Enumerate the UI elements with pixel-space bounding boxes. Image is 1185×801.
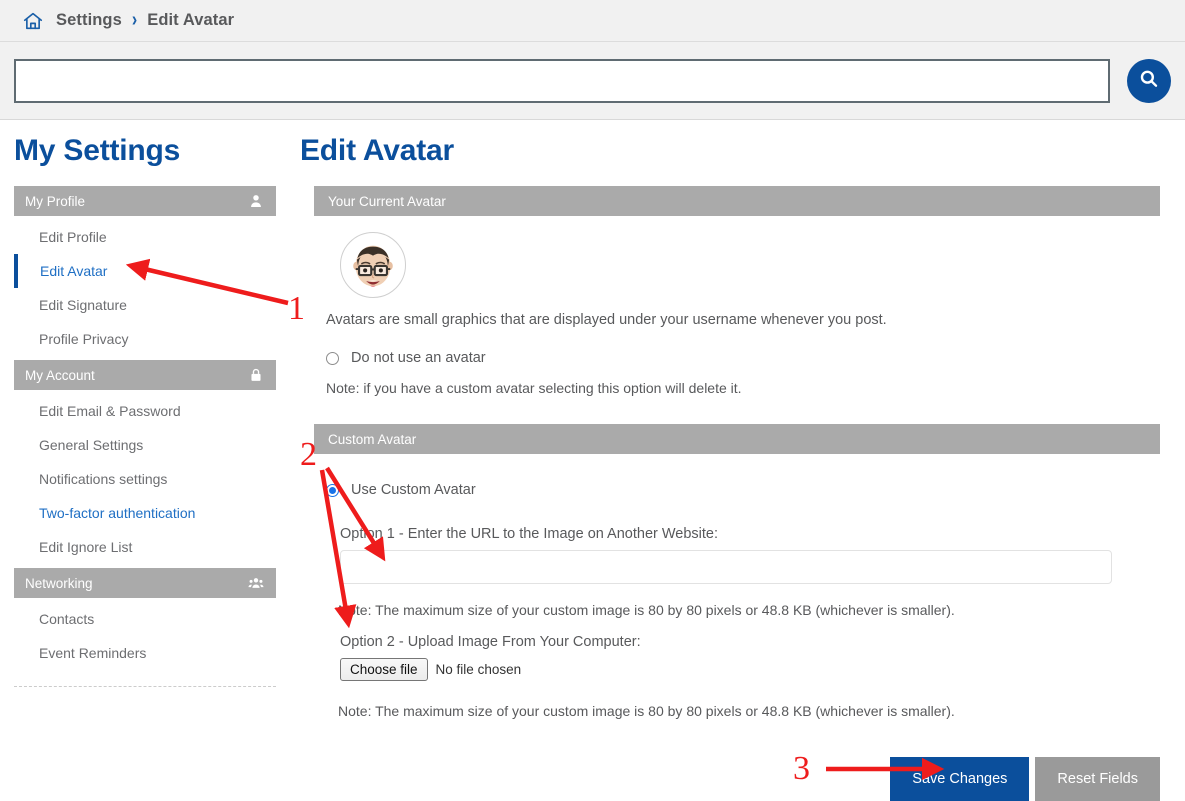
option2-label: Option 2 - Upload Image From Your Comput… (340, 634, 641, 650)
sidebar-title: My Settings (14, 134, 181, 167)
avatar-description: Avatars are small graphics that are disp… (326, 312, 887, 328)
no-avatar-radio[interactable] (326, 351, 339, 365)
use-custom-avatar-radio-label[interactable]: Use Custom Avatar (351, 482, 476, 498)
sidebar-section-header-my-account: My Account (14, 360, 276, 390)
sidebar-item-edit-profile[interactable]: Edit Profile (14, 220, 276, 254)
breadcrumb-bar: Settings › Edit Avatar (0, 0, 1185, 42)
search-button[interactable] (1127, 58, 1171, 103)
save-changes-button[interactable]: Save Changes (890, 757, 1030, 801)
no-avatar-option-row[interactable]: Do not use an avatar (326, 350, 1160, 366)
sidebar-item-notifications-settings[interactable]: Notifications settings (14, 462, 276, 496)
option1-note: Note: The maximum size of your custom im… (338, 602, 955, 618)
search-input[interactable] (14, 58, 1110, 103)
page-title: Edit Avatar (300, 134, 454, 167)
sidebar-item-contacts[interactable]: Contacts (14, 602, 276, 636)
search-bar (0, 42, 1185, 120)
avatar-container (314, 216, 1160, 298)
option1-label: Option 1 - Enter the URL to the Image on… (340, 526, 719, 542)
sidebar-item-event-reminders[interactable]: Event Reminders (14, 636, 276, 670)
user-icon (248, 193, 264, 209)
sidebar-item-two-factor-authentication[interactable]: Two-factor authentication (14, 496, 276, 530)
sidebar-section-header-networking: Networking (14, 568, 276, 598)
no-avatar-radio-label[interactable]: Do not use an avatar (351, 350, 486, 366)
file-status-text: No file chosen (435, 662, 522, 677)
reset-fields-button[interactable]: Reset Fields (1035, 757, 1160, 801)
sidebar-item-edit-ignore-list[interactable]: Edit Ignore List (14, 530, 276, 564)
file-upload-row: Choose file No file chosen (340, 658, 1160, 681)
choose-file-button[interactable]: Choose file (340, 658, 428, 681)
sidebar-item-edit-email-password[interactable]: Edit Email & Password (14, 394, 276, 428)
lock-icon (248, 367, 264, 383)
page-body: My Settings My Profile Edit Profile Edit… (0, 120, 1185, 801)
sidebar-item-general-settings[interactable]: General Settings (14, 428, 276, 462)
people-icon (248, 575, 264, 591)
sidebar-item-edit-signature[interactable]: Edit Signature (14, 288, 276, 322)
sidebar-divider (14, 686, 276, 687)
sidebar-section-header-my-profile: My Profile (14, 186, 276, 216)
memoji-avatar (340, 232, 1160, 298)
form-actions: Save Changes Reset Fields (314, 757, 1160, 801)
sidebar: My Settings My Profile Edit Profile Edit… (0, 128, 290, 801)
use-custom-avatar-radio[interactable] (326, 483, 339, 497)
no-avatar-note: Note: if you have a custom avatar select… (326, 380, 742, 396)
breadcrumb-item-edit-avatar: Edit Avatar (147, 11, 235, 29)
search-icon (1137, 67, 1161, 94)
home-icon[interactable] (22, 10, 56, 32)
panel-header-current-avatar: Your Current Avatar (314, 186, 1160, 216)
sidebar-item-edit-avatar[interactable]: Edit Avatar (14, 254, 276, 288)
use-custom-avatar-option-row[interactable]: Use Custom Avatar (326, 482, 1160, 498)
sidebar-item-profile-privacy[interactable]: Profile Privacy (14, 322, 276, 356)
breadcrumb-item-settings[interactable]: Settings (56, 11, 122, 30)
option2-note: Note: The maximum size of your custom im… (338, 703, 955, 719)
sidebar-section-label: My Profile (25, 193, 86, 209)
breadcrumb-separator-icon: › (131, 9, 138, 31)
panel-header-custom-avatar: Custom Avatar (314, 424, 1160, 454)
sidebar-section-label: Networking (25, 575, 93, 591)
sidebar-section-label: My Account (25, 367, 95, 383)
main-content: Edit Avatar Your Current Avatar Avatars … (290, 128, 1185, 801)
avatar-url-input[interactable] (340, 550, 1112, 584)
